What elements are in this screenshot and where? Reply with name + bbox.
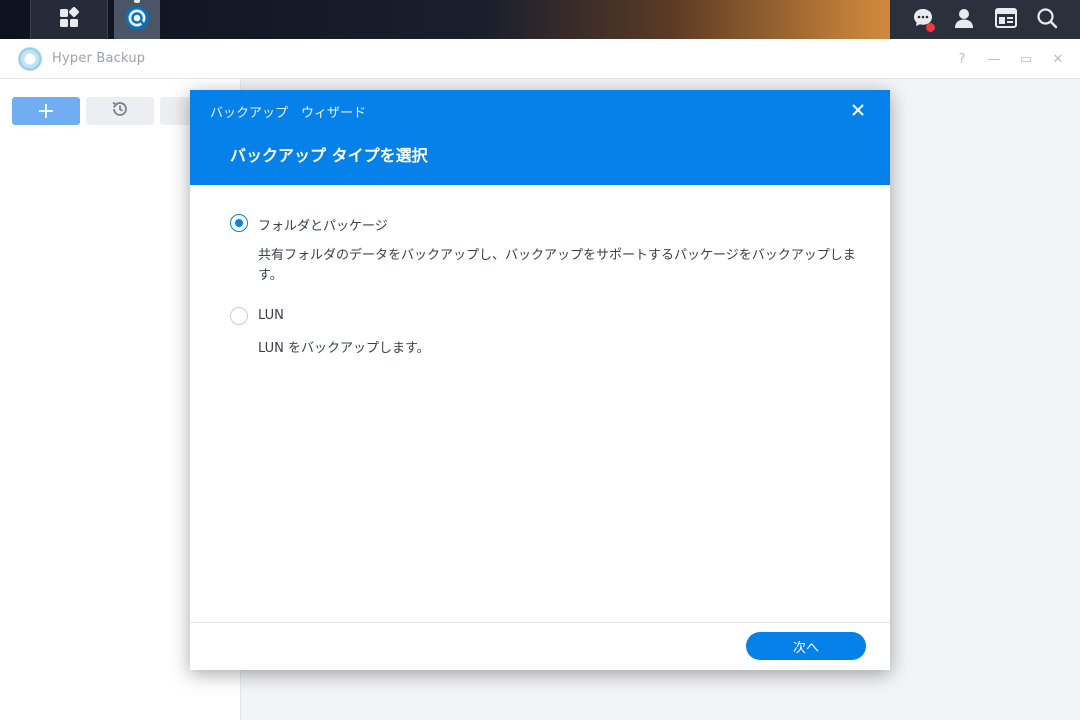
radio-lun[interactable] bbox=[230, 307, 248, 325]
window-controls: ? — ▭ ✕ bbox=[954, 39, 1066, 79]
history-icon bbox=[111, 100, 129, 122]
next-button[interactable]: 次へ bbox=[746, 632, 866, 660]
add-task-button[interactable]: + bbox=[12, 97, 80, 125]
taskbar bbox=[0, 0, 1080, 39]
dialog-subtitle: バックアップ タイプを選択 bbox=[230, 146, 428, 165]
search-button[interactable] bbox=[1034, 7, 1060, 33]
dialog-close-button[interactable] bbox=[846, 98, 870, 122]
search-icon bbox=[1036, 7, 1058, 33]
restore-history-button[interactable] bbox=[86, 97, 154, 125]
active-indicator bbox=[134, 0, 140, 3]
grid-icon bbox=[58, 6, 80, 33]
close-icon bbox=[852, 104, 864, 116]
dialog-header: バックアップ ウィザード バックアップ タイプを選択 bbox=[190, 90, 890, 185]
backup-wizard-dialog: バックアップ ウィザード バックアップ タイプを選択 フォルダとパッケージ 共有… bbox=[190, 90, 890, 670]
option-label: LUN bbox=[258, 308, 284, 323]
radio-folders-packages[interactable] bbox=[230, 214, 248, 232]
hyper-backup-taskbar-button[interactable] bbox=[114, 0, 160, 39]
main-menu-button[interactable] bbox=[30, 0, 108, 39]
user-icon bbox=[953, 7, 975, 33]
option-label: フォルダとパッケージ bbox=[258, 219, 388, 234]
option-description: 共有フォルダのデータをバックアップし、バックアップをサポートするパッケージをバッ… bbox=[258, 248, 856, 283]
notification-badge bbox=[925, 22, 935, 32]
window-title: Hyper Backup bbox=[52, 51, 146, 66]
window-titlebar[interactable]: Hyper Backup ? — ▭ ✕ bbox=[0, 39, 1080, 79]
close-window-icon[interactable]: ✕ bbox=[1050, 52, 1066, 67]
app-logo-icon bbox=[18, 46, 42, 71]
chat-button[interactable] bbox=[910, 7, 936, 33]
system-tray bbox=[890, 0, 1080, 39]
maximize-icon[interactable]: ▭ bbox=[1018, 52, 1034, 67]
option-description: LUN をバックアップします。 bbox=[258, 341, 430, 356]
user-button[interactable] bbox=[951, 7, 977, 33]
widget-button[interactable] bbox=[993, 7, 1019, 33]
minimize-icon[interactable]: — bbox=[986, 52, 1002, 67]
help-icon[interactable]: ? bbox=[954, 52, 970, 67]
widget-icon bbox=[994, 7, 1018, 33]
hyper-backup-icon bbox=[124, 5, 150, 35]
dialog-title: バックアップ ウィザード bbox=[210, 106, 367, 121]
footer-divider bbox=[190, 622, 890, 623]
